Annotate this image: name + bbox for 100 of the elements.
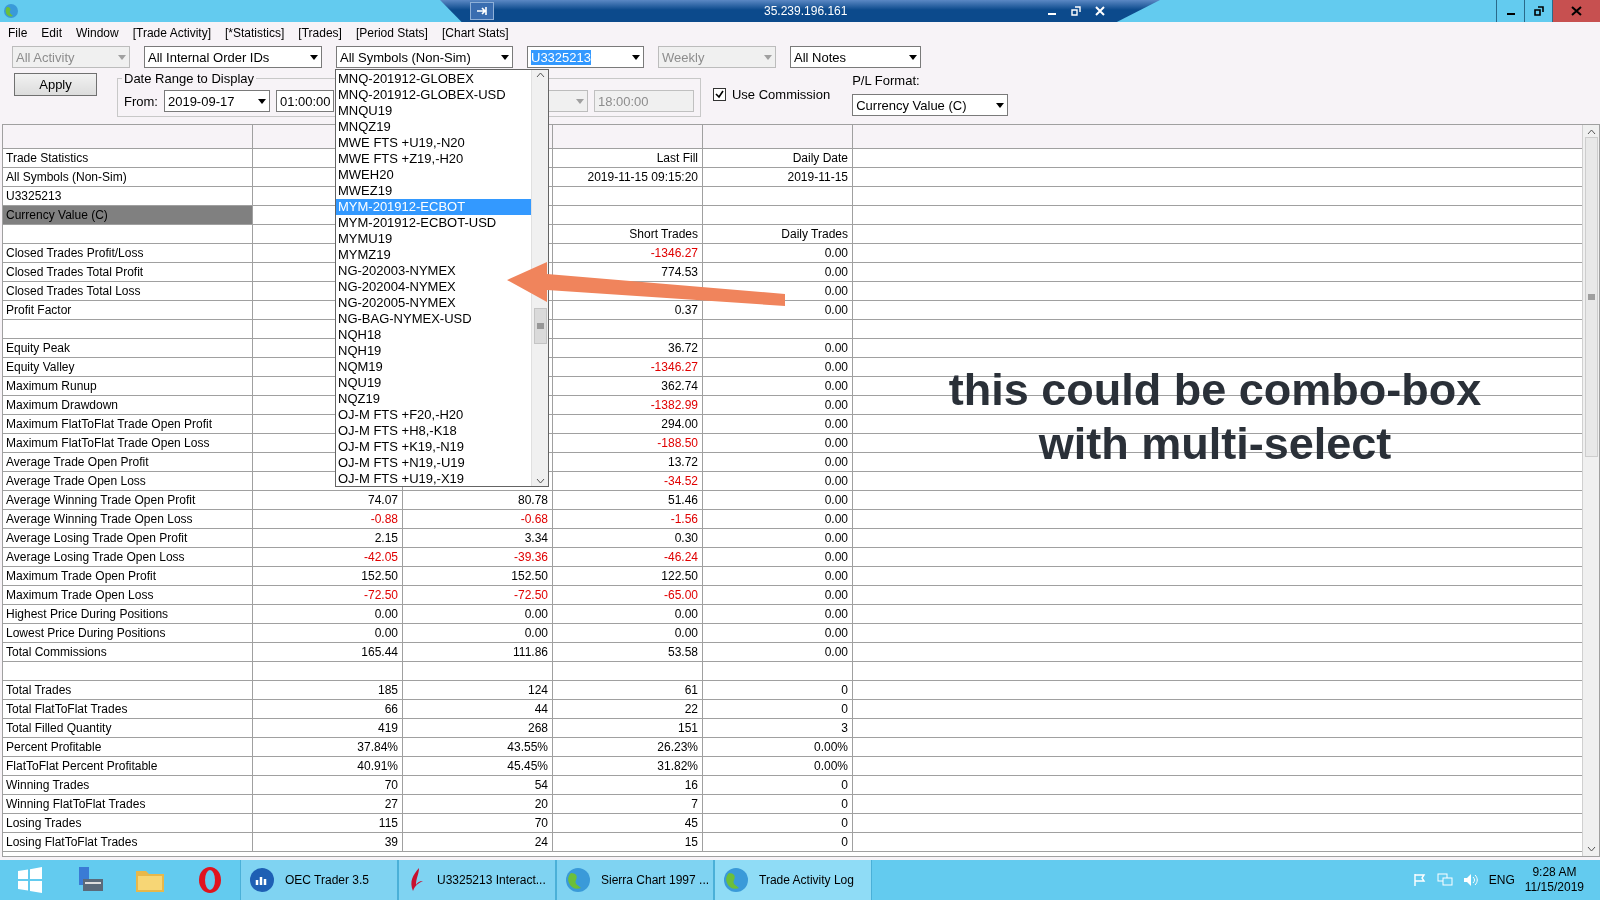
table-cell: -0.88 <box>253 510 403 528</box>
list-item[interactable]: OJ-M FTS +N19,-U19 <box>336 455 465 471</box>
list-item[interactable]: NQM19 <box>336 359 383 375</box>
list-item[interactable]: MWEH20 <box>336 167 394 183</box>
taskbar-label: Trade Activity Log <box>759 873 854 887</box>
table-cell: 0.00 <box>703 339 853 357</box>
caret-icon <box>501 54 509 60</box>
table-cell: 45 <box>553 814 703 832</box>
list-item[interactable]: NG-202005-NYMEX <box>336 295 456 311</box>
restore-icon[interactable] <box>1071 6 1082 16</box>
time-field[interactable]: 01:00:00 <box>275 90 334 112</box>
apply-button[interactable]: Apply <box>14 73 97 96</box>
taskbar-button[interactable]: U3325213 Interact... <box>398 860 556 900</box>
list-item[interactable]: MYM-201912-ECBOT-USD <box>336 215 497 231</box>
speaker-icon[interactable] <box>1462 873 1479 887</box>
table-cell: -34.52 <box>553 472 703 490</box>
list-item[interactable]: OJ-M FTS +F20,-H20 <box>336 407 464 423</box>
row-label: Average Losing Trade Open Loss <box>3 548 253 566</box>
clock[interactable]: 9:28 AM 11/15/2019 <box>1524 865 1584 895</box>
table-cell: 268 <box>403 719 553 737</box>
taskbar-button[interactable]: Sierra Chart 1997 ... <box>556 860 714 900</box>
list-item[interactable]: NQZ19 <box>336 391 380 407</box>
table-cell: 3 <box>703 719 853 737</box>
list-item[interactable]: MNQ-201912-GLOBEX-USD <box>336 87 506 103</box>
table-cell: 43.55% <box>403 738 553 756</box>
row-label: Percent Profitable <box>3 738 253 756</box>
table-cell: -0.68 <box>403 510 553 528</box>
list-item[interactable]: MNQ-201912-GLOBEX <box>336 71 474 87</box>
list-item[interactable]: MYMZ19 <box>336 247 391 263</box>
list-item[interactable]: OJ-M FTS +U19,-X19 <box>336 471 465 487</box>
list-item[interactable]: NQH19 <box>336 343 382 359</box>
table-cell: 22 <box>553 700 703 718</box>
table-cell: 40.91% <box>253 757 403 775</box>
list-item[interactable]: NQH18 <box>336 327 382 343</box>
list-item[interactable]: MWE FTS +U19,-N20 <box>336 135 465 151</box>
taskbar-button[interactable]: OEC Trader 3.5 <box>240 860 398 900</box>
menu-item[interactable]: [*Statistics] <box>224 26 285 40</box>
list-item[interactable]: MNQZ19 <box>336 119 391 135</box>
list-item[interactable]: OJ-M FTS +K19,-N19 <box>336 439 465 455</box>
list-item[interactable]: NG-202004-NYMEX <box>336 279 456 295</box>
four-pane-icon <box>17 867 43 893</box>
window-title: 35.239.196.161 <box>764 4 848 18</box>
table-cell: 53.58 <box>553 643 703 661</box>
table-cell: 165.44 <box>253 643 403 661</box>
dropdown-field[interactable]: All Internal Order IDs <box>144 46 322 68</box>
table-cell: 45.45% <box>403 757 553 775</box>
bars-icon <box>249 867 275 893</box>
table-cell: 0.00 <box>703 263 853 281</box>
scrollbar[interactable] <box>531 70 548 486</box>
row-label: Average Losing Trade Open Profit <box>3 529 253 547</box>
checkbox-label: Use Commission <box>731 87 831 102</box>
table-cell: 0.00 <box>403 605 553 623</box>
table-cell: 16 <box>553 776 703 794</box>
list-item[interactable]: NG-BAG-NYMEX-USD <box>336 311 472 327</box>
table-cell: -46.24 <box>553 548 703 566</box>
globe-icon <box>3 3 19 19</box>
list-item[interactable]: NQU19 <box>336 375 382 391</box>
language-indicator[interactable]: ENG <box>1488 873 1515 887</box>
list-item[interactable]: MNQU19 <box>336 103 393 119</box>
scrollbar[interactable] <box>1582 125 1599 856</box>
menu-item[interactable]: [Chart Stats] <box>441 26 509 40</box>
table-cell: 0 <box>703 795 853 813</box>
menu-item[interactable]: File <box>8 26 28 40</box>
table-cell: 74.07 <box>253 491 403 509</box>
checkbox[interactable] <box>712 88 726 101</box>
row-label: Maximum FlatToFlat Trade Open Profit <box>3 415 253 433</box>
table-cell: 0.30 <box>553 529 703 547</box>
dropdown-field[interactable]: All Notes <box>790 46 921 68</box>
dropdown-field[interactable]: All Symbols (Non-Sim) <box>336 46 513 68</box>
list-item[interactable]: OJ-M FTS +H8,-K18 <box>336 423 457 439</box>
table-cell: 3.34 <box>403 529 553 547</box>
list-item[interactable]: MYMU19 <box>336 231 393 247</box>
table-cell: 26.23% <box>553 738 703 756</box>
table-cell: -65.00 <box>553 586 703 604</box>
flag-icon[interactable] <box>1412 873 1427 887</box>
menu-item[interactable]: [Trade Activity] <box>132 26 211 40</box>
menu-item[interactable]: Edit <box>41 26 63 40</box>
close-icon <box>1571 6 1582 16</box>
table-cell: -1382.99 <box>553 396 703 414</box>
table-cell: 0.00 <box>703 586 853 604</box>
row-label: Winning FlatToFlat Trades <box>3 795 253 813</box>
table-cell: 0.00 <box>703 605 853 623</box>
pin-button[interactable] <box>470 2 494 20</box>
menu-item[interactable]: [Trades] <box>298 26 342 40</box>
network-icon[interactable] <box>1436 873 1453 887</box>
menu-item[interactable]: [Period Stats] <box>355 26 428 40</box>
table-cell: 0.00 <box>703 415 853 433</box>
field-label: P/L Format: <box>852 73 921 88</box>
list-item[interactable]: MWEZ19 <box>336 183 393 199</box>
table-cell: 0.00 <box>703 510 853 528</box>
taskbar-button[interactable]: Trade Activity Log <box>714 860 872 900</box>
table-cell: 0.00 <box>703 529 853 547</box>
date-field[interactable]: 2019-09-17 <box>163 90 270 112</box>
taskbar-label: U3325213 Interact... <box>437 873 546 887</box>
dropdown-field[interactable]: Currency Value (C) <box>852 94 1009 116</box>
list-item[interactable]: MWE FTS +Z19,-H20 <box>336 151 464 167</box>
menu-item[interactable]: Window <box>76 26 119 40</box>
close-icon[interactable] <box>1095 6 1106 16</box>
close-button[interactable] <box>1552 0 1600 22</box>
list-item[interactable]: NG-202003-NYMEX <box>336 263 456 279</box>
